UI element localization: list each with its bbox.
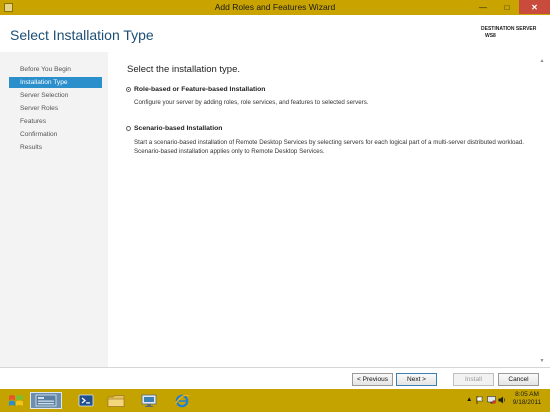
scenario-based-option-description: Start a scenario-based installation of R… bbox=[134, 139, 524, 155]
destination-server-info: DESTINATION SERVER WS8 bbox=[481, 26, 536, 39]
nav-item-before-you-begin[interactable]: Before You Begin bbox=[20, 66, 71, 73]
wizard-sidebar bbox=[0, 52, 108, 368]
nav-item-server-roles[interactable]: Server Roles bbox=[20, 105, 58, 112]
destination-server-name: WS8 bbox=[485, 32, 496, 39]
next-button[interactable]: Next > bbox=[396, 373, 437, 386]
windows-start-icon[interactable] bbox=[4, 392, 28, 409]
clock-time: 8:05 AM bbox=[515, 391, 539, 398]
tray-arrow-icon[interactable]: ▲ bbox=[466, 396, 472, 403]
title-bar: Add Roles and Features Wizard — □ ✕ bbox=[0, 0, 550, 15]
window-title: Add Roles and Features Wizard bbox=[214, 2, 336, 12]
volume-icon[interactable] bbox=[498, 396, 506, 406]
scroll-up-icon[interactable]: ▲ bbox=[539, 58, 545, 64]
nav-item-server-selection[interactable]: Server Selection bbox=[20, 92, 68, 99]
destination-label: DESTINATION SERVER bbox=[481, 26, 537, 32]
nav-item-installation-type[interactable]: Installation Type bbox=[9, 77, 102, 88]
nav-item-results[interactable]: Results bbox=[20, 144, 42, 151]
install-button[interactable]: Install bbox=[453, 373, 494, 386]
clock-date: 9/18/2011 bbox=[512, 399, 542, 406]
page-title: Select Installation Type bbox=[10, 27, 154, 43]
scenario-based-radio[interactable] bbox=[126, 126, 131, 131]
minimize-button[interactable]: — bbox=[471, 0, 495, 14]
action-center-flag-icon[interactable] bbox=[476, 396, 484, 406]
nav-item-features[interactable]: Features bbox=[20, 118, 46, 125]
previous-button[interactable]: < Previous bbox=[352, 373, 393, 386]
network-icon[interactable] bbox=[487, 396, 496, 406]
role-based-radio[interactable] bbox=[126, 87, 131, 92]
cancel-button[interactable]: Cancel bbox=[498, 373, 539, 386]
remote-desktop-icon[interactable] bbox=[137, 392, 161, 409]
server-manager-icon[interactable] bbox=[30, 392, 62, 409]
content-heading: Select the installation type. bbox=[127, 64, 241, 75]
powershell-icon[interactable] bbox=[74, 392, 98, 409]
explorer-folder-icon[interactable] bbox=[104, 392, 128, 409]
internet-explorer-icon[interactable] bbox=[170, 392, 194, 409]
taskbar-clock[interactable]: 8:05 AM 9/18/2011 bbox=[508, 391, 546, 407]
nav-item-confirmation[interactable]: Confirmation bbox=[20, 131, 57, 138]
maximize-button[interactable]: □ bbox=[495, 0, 519, 14]
role-based-option-description: Configure your server by adding roles, r… bbox=[134, 99, 369, 106]
scroll-down-icon[interactable]: ▼ bbox=[539, 358, 545, 364]
close-button[interactable]: ✕ bbox=[519, 0, 550, 14]
scenario-based-option-label[interactable]: Scenario-based Installation bbox=[134, 125, 222, 132]
footer-divider bbox=[0, 367, 550, 368]
role-based-option-label[interactable]: Role-based or Feature-based Installation bbox=[134, 86, 265, 93]
